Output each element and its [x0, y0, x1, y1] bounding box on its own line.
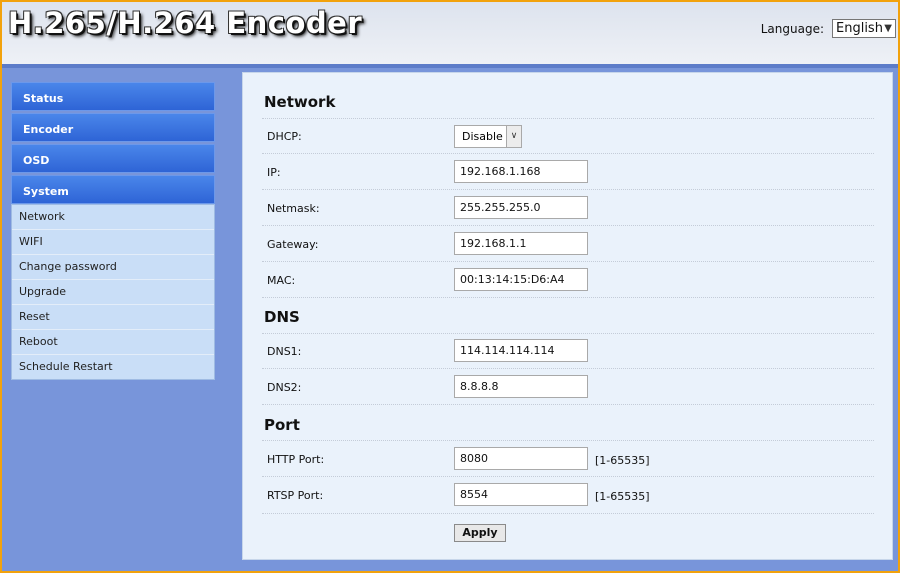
submenu-item-wifi[interactable]: WIFI [12, 230, 214, 255]
network-section-title: Network [264, 93, 336, 111]
menu-item-system[interactable]: System [11, 175, 215, 204]
ip-label: IP: [267, 166, 281, 179]
row-divider [262, 440, 874, 441]
row-divider [262, 513, 874, 514]
dns2-label: DNS2: [267, 381, 302, 394]
dns1-label: DNS1: [267, 345, 302, 358]
http-port-range: [1-65535] [595, 454, 650, 467]
row-divider [262, 153, 874, 154]
app-frame: H.265/H.264 Encoder Language: English ▼ … [0, 0, 900, 573]
header: H.265/H.264 Encoder Language: English ▼ [2, 2, 898, 64]
submenu-item-network[interactable]: Network [12, 205, 214, 230]
gateway-input[interactable]: 192.168.1.1 [454, 232, 588, 255]
submenu-item-schedule-restart[interactable]: Schedule Restart [12, 355, 214, 379]
header-divider [2, 64, 898, 68]
row-divider [262, 118, 874, 119]
ip-input[interactable]: 192.168.1.168 [454, 160, 588, 183]
mac-input[interactable]: 00:13:14:15:D6:A4 [454, 268, 588, 291]
rtsp-port-range: [1-65535] [595, 490, 650, 503]
rtsp-port-input[interactable]: 8554 [454, 483, 588, 506]
submenu-item-change-password[interactable]: Change password [12, 255, 214, 280]
row-divider [262, 333, 874, 334]
port-section-title: Port [264, 416, 300, 434]
app-title: H.265/H.264 Encoder [8, 6, 363, 40]
row-divider [262, 404, 874, 405]
http-port-label: HTTP Port: [267, 453, 325, 466]
netmask-label: Netmask: [267, 202, 320, 215]
row-divider [262, 261, 874, 262]
http-port-input[interactable]: 8080 [454, 447, 588, 470]
row-divider [262, 368, 874, 369]
system-submenu: Network WIFI Change password Upgrade Res… [11, 204, 215, 380]
gateway-label: Gateway: [267, 238, 319, 251]
chevron-down-icon: ∨ [506, 126, 521, 147]
sidebar: Status Encoder OSD System Network WIFI C… [11, 82, 215, 380]
submenu-item-reset[interactable]: Reset [12, 305, 214, 330]
dns-section-title: DNS [264, 308, 300, 326]
menu-item-status[interactable]: Status [11, 82, 215, 111]
dns2-input[interactable]: 8.8.8.8 [454, 375, 588, 398]
language-select[interactable]: English ▼ [832, 19, 896, 38]
menu-item-encoder[interactable]: Encoder [11, 113, 215, 142]
dns1-input[interactable]: 114.114.114.114 [454, 339, 588, 362]
netmask-input[interactable]: 255.255.255.0 [454, 196, 588, 219]
chevron-down-icon: ▼ [884, 23, 892, 34]
settings-panel: Network DHCP: Disable ∨ IP: 192.168.1.16… [242, 72, 893, 560]
apply-button[interactable]: Apply [454, 524, 506, 542]
submenu-item-reboot[interactable]: Reboot [12, 330, 214, 355]
rtsp-port-label: RTSP Port: [267, 489, 324, 502]
dhcp-label: DHCP: [267, 130, 302, 143]
row-divider [262, 476, 874, 477]
dhcp-select[interactable]: Disable ∨ [454, 125, 522, 148]
menu-item-osd[interactable]: OSD [11, 144, 215, 173]
language-selector: Language: English ▼ [761, 19, 896, 38]
row-divider [262, 297, 874, 298]
row-divider [262, 189, 874, 190]
submenu-item-upgrade[interactable]: Upgrade [12, 280, 214, 305]
mac-label: MAC: [267, 274, 296, 287]
dhcp-value: Disable [462, 130, 503, 143]
language-value: English [836, 21, 883, 36]
row-divider [262, 225, 874, 226]
language-label: Language: [760, 21, 824, 36]
